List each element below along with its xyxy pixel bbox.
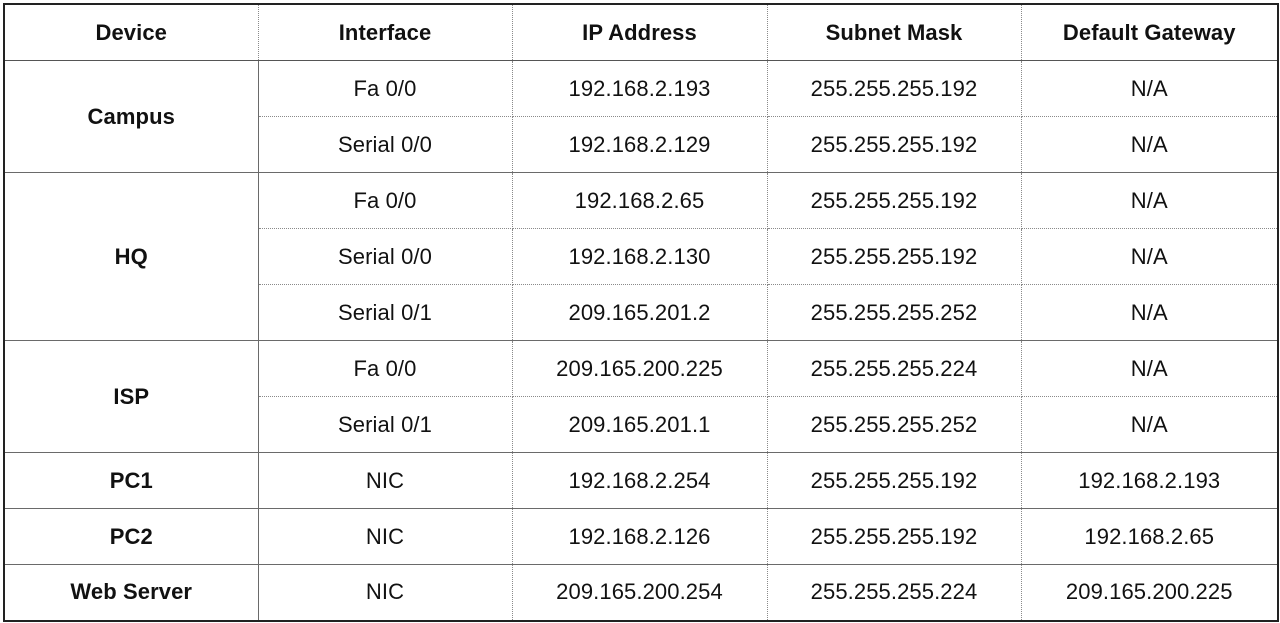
ip-address-cell: 192.168.2.254 [512, 452, 768, 509]
ip-address-cell: 209.165.200.225 [512, 340, 768, 397]
subnet-mask-cell: 255.255.255.192 [767, 228, 1022, 285]
ip-address-cell: 209.165.201.2 [512, 284, 768, 341]
ip-address-cell: 209.165.200.254 [512, 564, 768, 621]
interface-cell: NIC [258, 564, 513, 621]
interface-cell: NIC [258, 452, 513, 509]
interface-cell: Serial 0/1 [258, 284, 513, 341]
device-cell-pc2: PC2 [4, 508, 259, 565]
subnet-mask-cell: 255.255.255.224 [767, 564, 1022, 621]
ip-address-cell: 192.168.2.130 [512, 228, 768, 285]
default-gateway-cell: N/A [1021, 340, 1278, 397]
interface-cell: NIC [258, 508, 513, 565]
device-cell-hq: HQ [4, 172, 259, 341]
interface-cell: Serial 0/0 [258, 116, 513, 173]
default-gateway-cell: N/A [1021, 396, 1278, 453]
header-row: Device Interface IP Address Subnet Mask … [4, 4, 1278, 61]
subnet-mask-cell: 255.255.255.252 [767, 396, 1022, 453]
default-gateway-cell: 192.168.2.193 [1021, 452, 1278, 509]
subnet-mask-cell: 255.255.255.192 [767, 60, 1022, 117]
ip-address-cell: 192.168.2.126 [512, 508, 768, 565]
table-row: PC2 NIC 192.168.2.126 255.255.255.192 19… [4, 508, 1278, 565]
interface-cell: Fa 0/0 [258, 60, 513, 117]
table-row: HQ Fa 0/0 192.168.2.65 255.255.255.192 N… [4, 172, 1278, 341]
default-gateway-cell: N/A [1021, 172, 1278, 229]
device-cell-pc1: PC1 [4, 452, 259, 509]
subnet-mask-cell: 255.255.255.192 [767, 116, 1022, 173]
default-gateway-cell: N/A [1021, 60, 1278, 117]
ip-address-cell: 192.168.2.129 [512, 116, 768, 173]
interface-cell: Fa 0/0 [258, 340, 513, 397]
subnet-mask-cell: 255.255.255.192 [767, 508, 1022, 565]
addressing-table-container: Device Interface IP Address Subnet Mask … [3, 3, 1279, 622]
table-row: ISP Fa 0/0 209.165.200.225 255.255.255.2… [4, 340, 1278, 453]
ip-address-cell: 192.168.2.193 [512, 60, 768, 117]
device-cell-campus: Campus [4, 60, 259, 173]
header-ip-address: IP Address [512, 4, 768, 61]
header-subnet-mask: Subnet Mask [767, 4, 1022, 61]
interface-cell: Serial 0/0 [258, 228, 513, 285]
header-default-gateway: Default Gateway [1021, 4, 1278, 61]
addressing-table: Device Interface IP Address Subnet Mask … [3, 3, 1279, 622]
default-gateway-cell: N/A [1021, 116, 1278, 173]
device-cell-web-server: Web Server [4, 564, 259, 621]
subnet-mask-cell: 255.255.255.224 [767, 340, 1022, 397]
default-gateway-cell: N/A [1021, 228, 1278, 285]
interface-cell: Fa 0/0 [258, 172, 513, 229]
ip-address-cell: 209.165.201.1 [512, 396, 768, 453]
default-gateway-cell: 209.165.200.225 [1065, 579, 1233, 605]
ip-address-cell: 192.168.2.65 [512, 172, 768, 229]
subnet-mask-cell: 255.255.255.192 [767, 172, 1022, 229]
interface-cell: Serial 0/1 [258, 396, 513, 453]
table-row: Web Server NIC 209.165.200.254 255.255.2… [4, 564, 1278, 621]
table-row: Campus Fa 0/0 192.168.2.193 255.255.255.… [4, 60, 1278, 173]
header-interface: Interface [258, 4, 513, 61]
table-row: PC1 NIC 192.168.2.254 255.255.255.192 19… [4, 452, 1278, 509]
default-gateway-cell: N/A [1021, 284, 1278, 341]
subnet-mask-cell: 255.255.255.252 [767, 284, 1022, 341]
header-device: Device [4, 4, 259, 61]
subnet-mask-cell: 255.255.255.192 [767, 452, 1022, 509]
device-cell-isp: ISP [4, 340, 259, 453]
default-gateway-cell: 192.168.2.65 [1021, 508, 1278, 565]
